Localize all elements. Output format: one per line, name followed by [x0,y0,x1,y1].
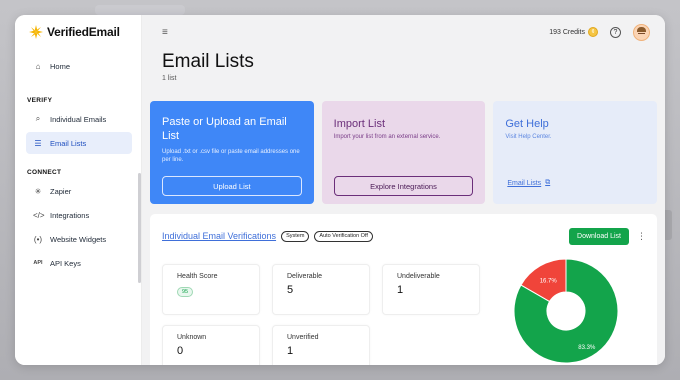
sidebar-item-label: Zapier [50,186,72,196]
auto-verification-badge: Auto Verification Off [314,230,373,242]
stat-deliverable: Deliverable 5 [272,264,370,315]
help-icon[interactable]: ? [610,26,621,38]
home-icon: ⌂ [35,61,41,71]
sidebar-item-website-widgets[interactable]: (•) Website Widgets [26,228,132,250]
sidebar-item-label: API Keys [50,258,81,268]
sidebar-item-individual-emails[interactable]: ⌕ Individual Emails [26,108,132,130]
help-card: Get Help Visit Help Center. Email Lists … [493,101,658,204]
help-link[interactable]: Email Lists ⧉ [507,179,550,187]
menu-icon[interactable]: ≡ [162,27,168,38]
page-title: Email Lists [162,51,254,72]
upload-list-button[interactable]: Upload List [162,176,302,196]
sidebar-scrollbar[interactable] [138,173,141,283]
sidebar-item-label: Individual Emails [50,114,107,124]
external-link-icon: ⧉ [545,179,551,186]
stat-value: 0 [177,345,184,357]
upload-card: Paste or Upload an Email List Upload .tx… [150,101,314,204]
list-icon: ☰ [34,138,42,148]
page-subtitle: 1 list [162,75,177,82]
sidebar-item-label: Integrations [50,210,90,220]
stat-label: Unverified [287,334,319,341]
stat-unknown: Unknown 0 [162,325,260,365]
import-card-title: Import List [333,118,386,130]
sidebar-item-home[interactable]: ⌂ Home [26,55,132,77]
stat-label: Health Score [177,273,218,280]
credits-label: 193 Credits [549,28,585,36]
list-panel: Individual Email Verifications System Au… [150,214,657,365]
import-card-description: Import your list from an external servic… [333,134,441,141]
app-window: VerifiedEmail ⌂ Home VERIFY ⌕ Individual… [15,15,665,365]
list-title-link[interactable]: Individual Email Verifications [162,231,276,241]
brand-name: VerifiedEmail [47,25,120,39]
logo[interactable]: VerifiedEmail [15,15,141,49]
stat-unverified: Unverified 1 [272,325,370,365]
sidebar-item-email-lists[interactable]: ☰ Email Lists [26,132,132,154]
api-icon: API [33,260,43,266]
download-list-button[interactable]: Download List [569,227,629,245]
stat-health-score: Health Score 95 [162,264,260,315]
stat-value: 5 [287,284,294,296]
help-card-title: Get Help [505,118,549,130]
stat-label: Deliverable [287,273,323,280]
stat-value: 1 [287,345,294,357]
sidebar-item-zapier[interactable]: ✳ Zapier [26,180,132,202]
help-link-label: Email Lists [507,179,542,187]
section-title-connect: CONNECT [27,169,62,176]
sidebar-item-api-keys[interactable]: API API Keys [26,252,132,274]
upload-card-description: Upload .txt or .csv file or paste email … [162,148,300,164]
widget-icon: (•) [33,234,43,244]
stat-label: Unknown [177,334,207,341]
avatar[interactable] [633,23,650,41]
sidebar-item-label: Email Lists [50,138,87,148]
sidebar: VerifiedEmail ⌂ Home VERIFY ⌕ Individual… [15,15,142,365]
upload-card-title: Paste or Upload an Email List [162,116,287,143]
credits-indicator[interactable]: 193 Credits ¢ [549,27,598,37]
stat-value: 1 [397,284,404,296]
more-options-icon[interactable]: ⋮ [637,231,646,242]
logo-icon [29,25,43,39]
action-cards: Paste or Upload an Email List Upload .tx… [150,101,658,204]
donut-slice-label: 83.3% [578,345,596,351]
sidebar-item-integrations[interactable]: </> Integrations [26,204,132,226]
sidebar-item-label: Home [50,61,71,71]
list-panel-header: Individual Email Verifications System Au… [150,214,657,246]
donut-slice-label: 16.7% [540,278,558,284]
backdrop-shape [95,5,185,15]
import-card: Import List Import your list from an ext… [321,101,486,204]
main-content: ≡ 193 Credits ¢ ? Email Lists 1 list Pas… [142,15,665,365]
explore-integrations-button[interactable]: Explore Integrations [333,176,474,196]
stat-undeliverable: Undeliverable 1 [382,264,480,315]
section-title-verify: VERIFY [27,97,53,104]
system-badge: System [281,230,310,242]
help-card-description: Visit Help Center. [505,134,552,141]
health-score-badge: 95 [177,287,194,297]
status-donut-chart: 16.7% 83.3% [514,259,618,363]
sidebar-item-label: Website Widgets [50,234,107,244]
code-icon: </> [33,210,45,220]
stat-label: Undeliverable [397,273,440,280]
asterisk-icon: ✳ [34,186,42,196]
coin-icon: ¢ [588,27,598,37]
topbar: ≡ 193 Credits ¢ ? [142,15,665,49]
search-icon: ⌕ [35,114,41,123]
